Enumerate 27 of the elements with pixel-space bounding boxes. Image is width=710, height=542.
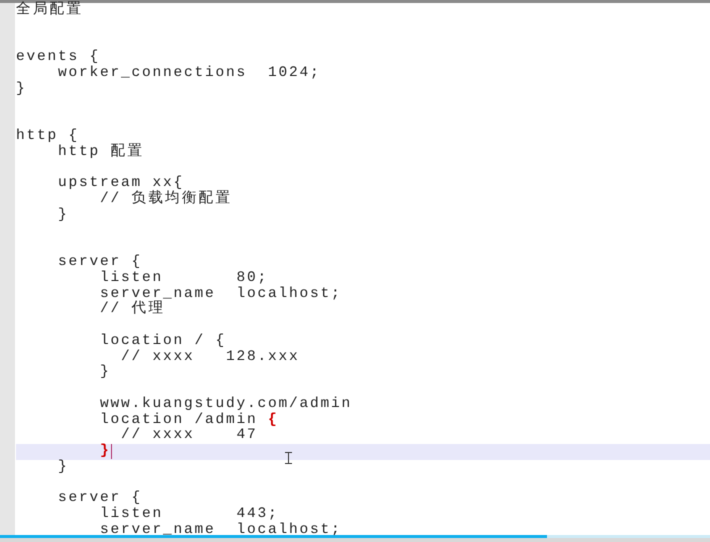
code-line: }: [16, 82, 27, 98]
video-progress-track[interactable]: [0, 535, 710, 538]
code-line: server {: [57, 491, 142, 506]
code-line: http {: [16, 129, 80, 144]
code-line: }: [57, 208, 69, 224]
code-line: // 代理: [99, 302, 166, 318]
code-line: listen 443;: [99, 507, 279, 522]
code-line: server {: [57, 255, 142, 270]
code-line: // 负载均衡配置: [99, 192, 232, 208]
code-line: location /admin {: [99, 412, 279, 428]
code-line: }: [57, 460, 69, 476]
code-line: upstream xx{: [57, 176, 184, 192]
code-line: server_name localhost;: [99, 522, 342, 538]
code-line: events {: [16, 50, 100, 66]
text-caret: [110, 444, 112, 460]
code-line: location / {: [99, 334, 226, 350]
code-line: 全局配置: [16, 3, 84, 19]
code-line: server_name localhost;: [99, 286, 342, 302]
code-line: worker_connections 1024;: [57, 66, 321, 82]
code-line: // xxxx 47: [120, 428, 258, 444]
code-line: www.kuangstudy.com/admin: [99, 396, 352, 412]
code-line: listen 80;: [99, 270, 268, 286]
code-line: http 配置: [57, 144, 144, 160]
code-line: }: [99, 444, 111, 460]
code-line: // xxxx 128.xxx: [120, 350, 300, 366]
text-cursor-icon: [285, 452, 292, 464]
code-line: }: [99, 365, 111, 381]
